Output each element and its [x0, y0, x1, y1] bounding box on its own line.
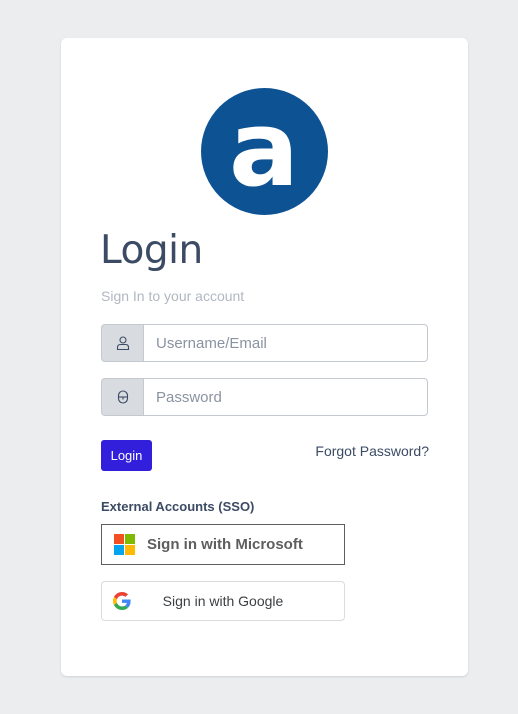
page-title: Login: [100, 228, 203, 273]
lock-icon: [101, 378, 143, 416]
microsoft-icon: [114, 534, 135, 555]
brand-logo: a: [201, 88, 328, 215]
google-signin-button[interactable]: Sign in with Google: [101, 581, 345, 621]
user-icon: [101, 324, 143, 362]
login-card: a Login Sign In to your account Login Fo…: [61, 38, 468, 676]
google-icon: [113, 592, 131, 610]
password-group: [101, 378, 428, 416]
forgot-password-link[interactable]: Forgot Password?: [315, 443, 429, 459]
username-group: [101, 324, 428, 362]
page-subtitle: Sign In to your account: [101, 288, 245, 304]
google-signin-label: Sign in with Google: [162, 593, 284, 609]
sso-heading: External Accounts (SSO): [101, 499, 255, 514]
username-input[interactable]: [143, 324, 428, 362]
logo-letter: a: [229, 88, 299, 210]
login-button[interactable]: Login: [101, 440, 152, 471]
microsoft-signin-label: Sign in with Microsoft: [147, 536, 303, 553]
password-input[interactable]: [143, 378, 428, 416]
microsoft-signin-button[interactable]: Sign in with Microsoft: [101, 524, 345, 565]
